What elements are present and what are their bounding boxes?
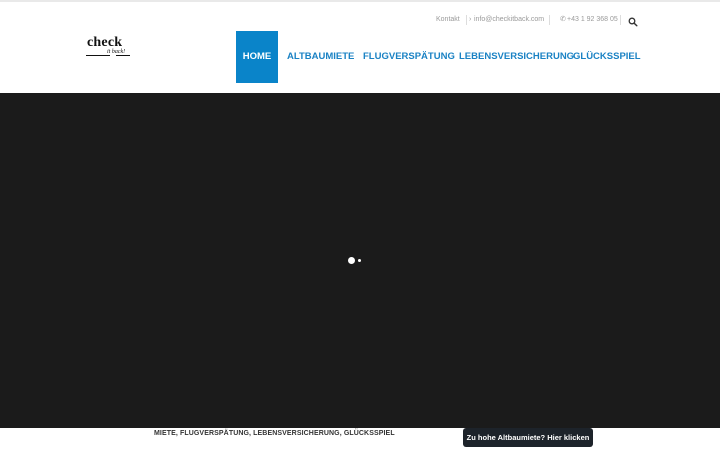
logo-underline (86, 55, 110, 56)
divider (466, 15, 467, 25)
utility-bar: Kontakt › info@checkitback.com ✆ +43 1 9… (0, 12, 720, 28)
divider (549, 15, 550, 25)
altbaumiete-cta-button[interactable]: Zu hohe Altbaumiete? Hier klicken (463, 428, 593, 447)
logo-main-text: check (87, 35, 123, 50)
site-header: check it back! Kontakt › info@checkitbac… (0, 2, 720, 93)
phone-number[interactable]: +43 1 92 368 05 (567, 12, 618, 28)
nav-item-gluecksspiel[interactable]: GLÜCKSSPIEL (573, 31, 641, 83)
logo[interactable]: check it back! (86, 36, 132, 60)
nav-item-lebensversicherung[interactable]: LEBENSVERSICHERUNG (459, 31, 574, 83)
page: check it back! Kontakt › info@checkitbac… (0, 0, 720, 450)
divider (620, 15, 621, 25)
hero-slider (0, 93, 720, 428)
nav-item-altbaumiete[interactable]: ALTBAUMIETE (287, 31, 354, 83)
mail-icon: › (469, 16, 472, 23)
search-icon[interactable] (628, 14, 638, 27)
nav-item-flugverspaetung[interactable]: FLUGVERSPÄTUNG (363, 31, 455, 83)
email-link[interactable]: info@checkitback.com (474, 12, 544, 28)
nav-item-home[interactable]: HOME (236, 31, 278, 83)
phone-icon: ✆ (560, 16, 566, 23)
contact-link[interactable]: Kontakt (436, 12, 460, 28)
logo-swash (116, 55, 130, 56)
loading-indicator-dot (358, 259, 361, 262)
category-text: MIETE, FLUGVERSPÄTUNG, LEBENSVERSICHERUN… (154, 430, 395, 437)
loading-indicator-dot (348, 257, 355, 264)
